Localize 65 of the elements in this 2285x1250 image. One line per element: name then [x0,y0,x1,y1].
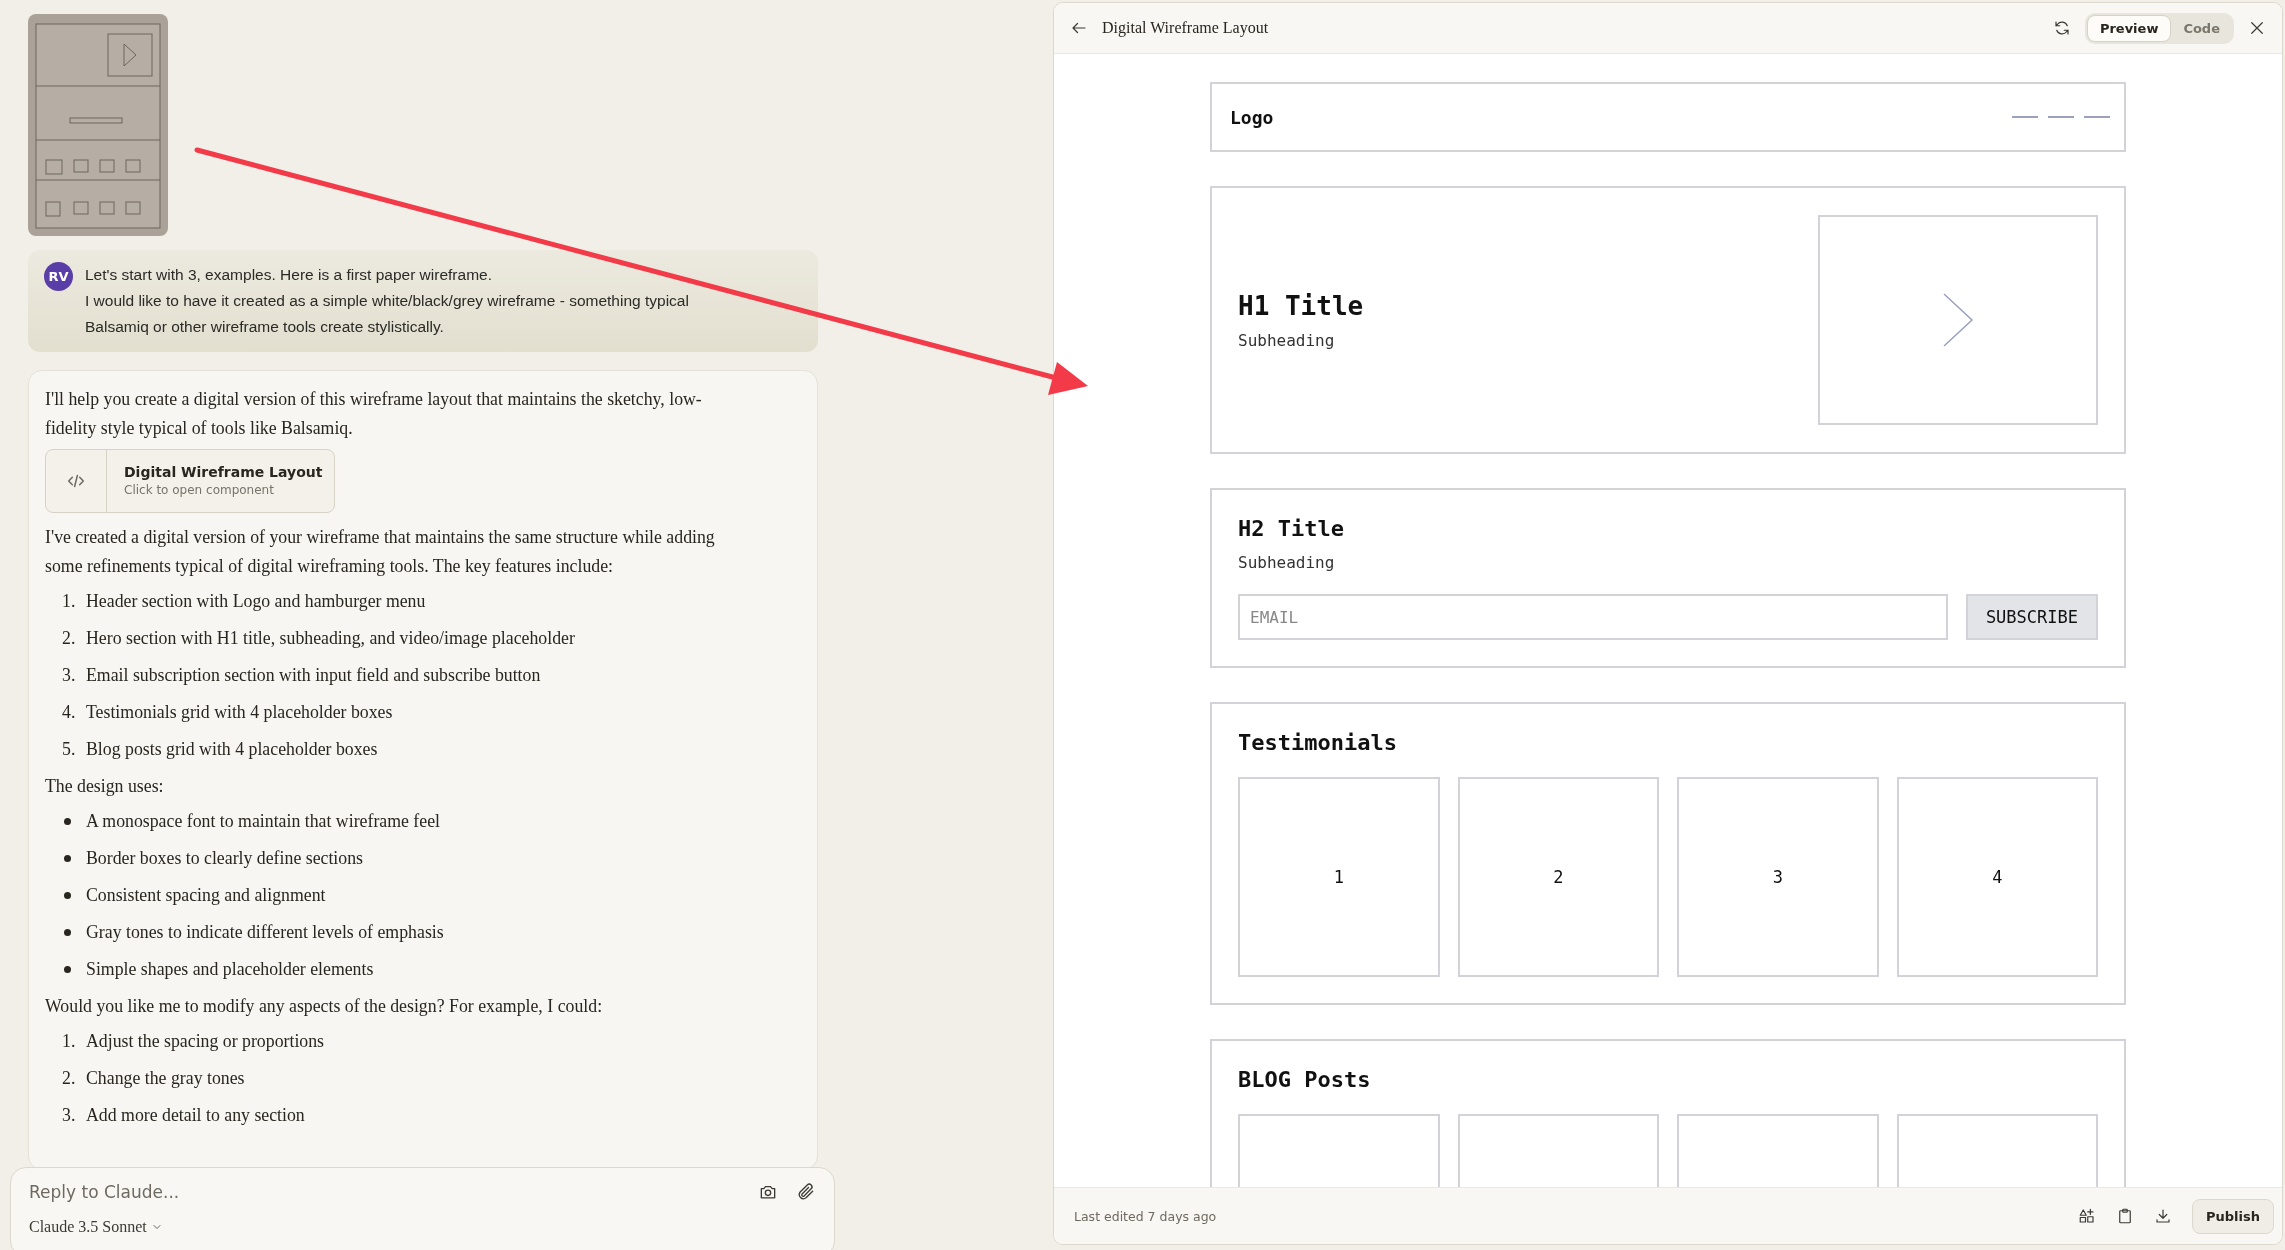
model-selector[interactable]: Claude 3.5 Sonnet [29,1218,147,1236]
user-avatar: RV [44,262,73,291]
list-number: 4. [62,701,77,724]
view-tab[interactable]: Preview [2086,14,2172,42]
list-number: 5. [62,738,77,761]
section-title: H2 Title [1238,516,1345,541]
list-item: Simple shapes and placeholder elements [86,958,374,981]
email-field[interactable]: EMAIL [1238,594,1948,640]
view-tab[interactable]: Code [2171,14,2232,42]
message-text: Balsamiq or other wireframe tools create stylistically. [85,317,445,337]
message-text: I've created a digital version of your wireframe that maintains the same structure while adding some refinements typical of digital wireframing tools. The key features include: [45,526,716,578]
bullet-icon [64,892,71,899]
clipboard-icon[interactable] [2116,1207,2134,1225]
list-number: 1. [62,1030,77,1053]
reply-field[interactable]: Reply to Claude... Claude 3.5 Sonnet [10,1167,835,1250]
list-number: 3. [62,664,77,687]
list-number: 2. [62,627,77,650]
logo-text: Logo [1230,106,1274,128]
list-item: Gray tones to indicate different levels of emphasis [86,921,444,944]
message-text: I'll help you create a digital version of this wireframe layout that maintains the sketchy, low-fidelity style typical of tools like Balsamiq. [45,388,703,440]
paperclip-icon[interactable] [796,1182,816,1202]
message-text: I would like to have it created as a simple white/black/grey wireframe - something typical [85,291,689,311]
message-text: The design uses: [45,775,165,798]
artifact-title: Digital Wireframe Layout [1102,19,1270,37]
list-item: A monospace font to maintain that wireframe feel [86,810,441,833]
bullet-icon [64,818,71,825]
list-item: Email subscription section with input field and subscribe button [86,664,541,687]
list-item: Consistent spacing and alignment [86,884,326,907]
section-title: Testimonials [1238,730,1398,755]
subscribe-button[interactable]: SUBSCRIBE [1965,594,2098,640]
hero-subheading: Subheading [1238,330,1336,350]
list-number: 1. [62,590,77,613]
list-number: 3. [62,1104,77,1127]
shapes-icon[interactable] [2078,1207,2096,1225]
chevron-right-icon [1942,292,1974,348]
bullet-icon [64,966,71,973]
list-item: Header section with Logo and hamburger menu [86,590,426,613]
testimonial-card: 4 [1896,777,2098,977]
list-item: Hero section with H1 title, subheading, and video/image placeholder [86,627,575,650]
testimonial-card: 2 [1457,777,1659,977]
refresh-icon[interactable] [2052,19,2071,37]
artifact-subtitle: Click to open component [124,482,275,499]
list-item: Add more detail to any section [86,1104,305,1127]
hero-title: H1 Title [1238,290,1364,321]
bullet-icon [64,929,71,936]
list-item: Border boxes to clearly define sections [86,847,363,870]
list-item: Adjust the spacing or proportions [86,1030,325,1053]
section-title: BLOG Posts [1238,1067,1372,1092]
last-edited-text: Last edited 7 days ago [1074,1208,1218,1224]
testimonial-card: 3 [1677,777,1879,977]
list-item: Testimonials grid with 4 placeholder boxes [86,701,393,724]
artifact-title: Digital Wireframe Layout [124,463,323,481]
list-item: Change the gray tones [86,1067,245,1090]
testimonial-card: 1 [1238,777,1440,977]
message-text: Let's start with 3, examples. Here is a first paper wireframe. [85,265,493,285]
reply-placeholder: Reply to Claude... [29,1182,180,1202]
list-item: Blog posts grid with 4 placeholder boxes [86,738,378,761]
artifact-card[interactable]: Digital Wireframe Layout Click to open component [45,449,335,513]
download-icon[interactable] [2154,1207,2172,1225]
section-subheading: Subheading [1238,553,1336,572]
list-number: 2. [62,1067,77,1090]
bullet-icon [64,855,71,862]
publish-button[interactable]: Publish [2192,1198,2274,1234]
message-text: Would you like me to modify any aspects of the design? For example, I could: [45,995,604,1018]
close-icon[interactable] [2248,19,2266,37]
